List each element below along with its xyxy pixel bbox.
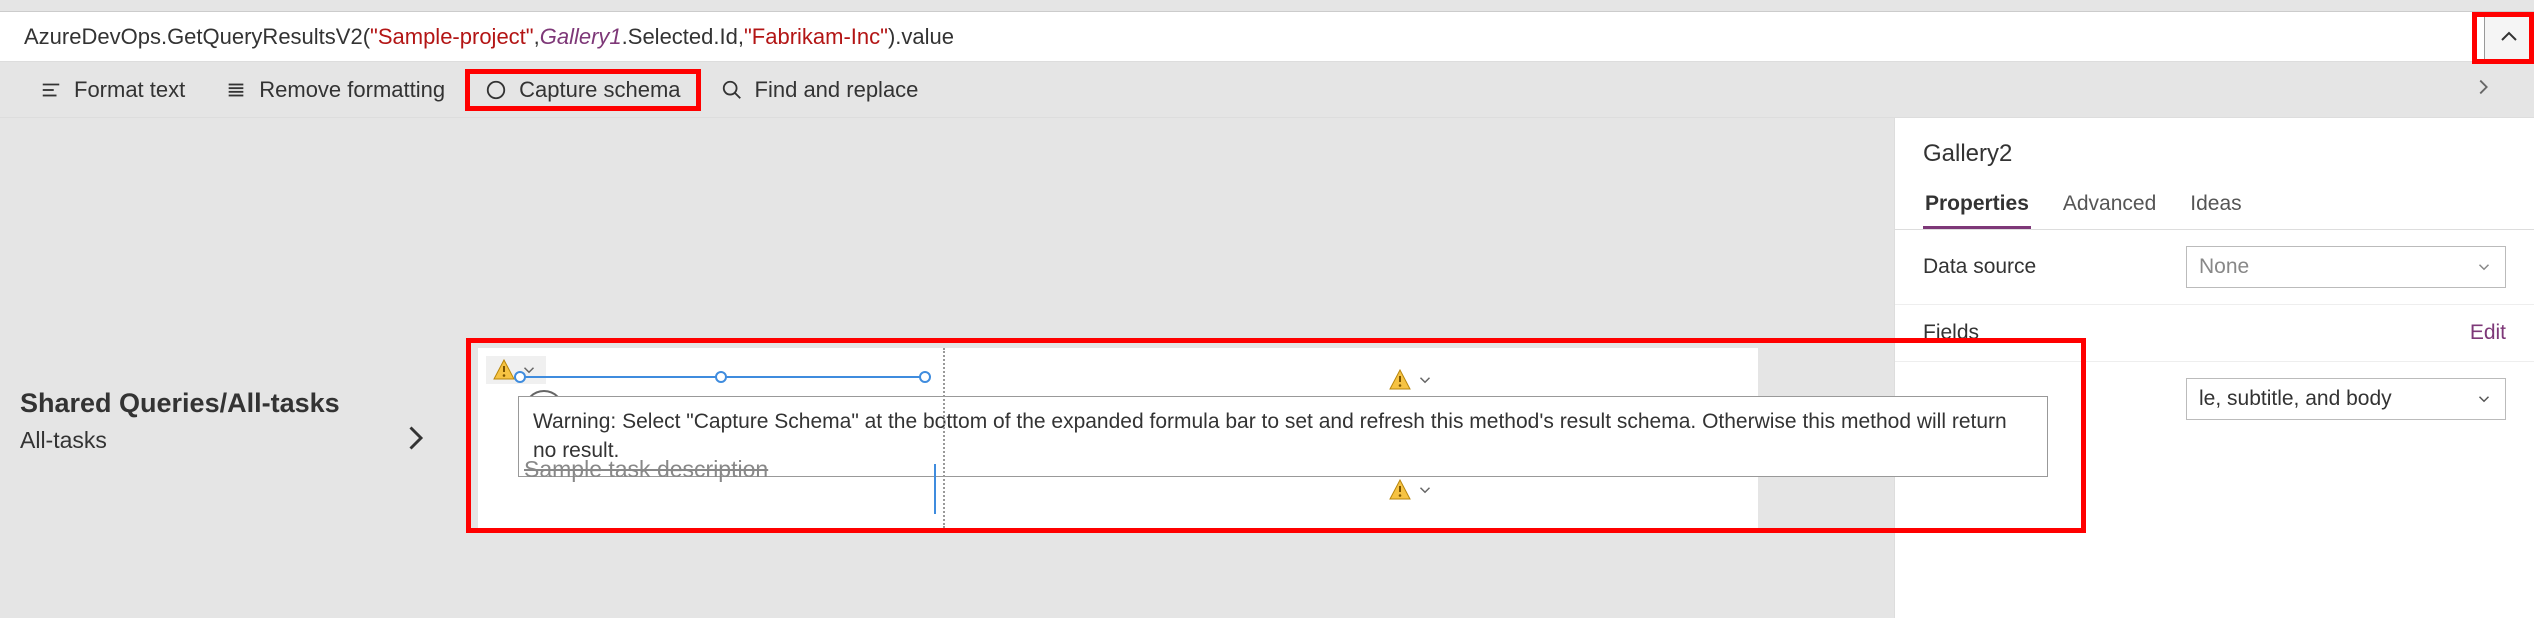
- property-pane: Gallery2 Properties Advanced Ideas Data …: [1894, 118, 2534, 618]
- data-source-value: None: [2199, 255, 2249, 279]
- resize-handle[interactable]: [715, 371, 727, 383]
- fx-arg1: "Sample-project": [370, 24, 534, 49]
- chevron-down-icon[interactable]: [1416, 370, 1436, 390]
- layout-select[interactable]: le, subtitle, and body: [2186, 378, 2506, 420]
- edit-fields-link[interactable]: Edit: [2470, 321, 2506, 345]
- fx-prefix: AzureDevOps.: [24, 24, 167, 49]
- tab-properties[interactable]: Properties: [1923, 182, 2031, 229]
- find-replace-button[interactable]: Find and replace: [701, 69, 939, 111]
- chevron-up-icon: [2497, 25, 2521, 49]
- warning-icon: [1388, 368, 1412, 392]
- remove-formatting-label: Remove formatting: [259, 77, 445, 103]
- format-text-button[interactable]: Format text: [20, 69, 205, 111]
- chevron-down-icon: [2475, 390, 2493, 408]
- remove-formatting-button[interactable]: Remove formatting: [205, 69, 465, 111]
- chevron-right-icon: [400, 418, 428, 458]
- canvas-area[interactable]: Shared Queries/All-tasks All-tasks Warni…: [0, 118, 1894, 618]
- fx-ident: Gallery1: [540, 24, 622, 49]
- layout-value: le, subtitle, and body: [2199, 387, 2392, 411]
- top-strip: [0, 0, 2534, 12]
- sample-description: Sample task description: [524, 456, 768, 483]
- data-source-label: Data source: [1923, 255, 2036, 279]
- warning-icon: [1388, 478, 1412, 502]
- formula-toolbar: Format text Remove formatting Capture sc…: [0, 62, 2534, 118]
- formula-bar: AzureDevOps.GetQueryResultsV2("Sample-pr…: [0, 12, 2534, 62]
- gallery-control[interactable]: Warning: Select "Capture Schema" at the …: [478, 348, 1758, 528]
- capture-schema-button[interactable]: Capture schema: [465, 69, 700, 111]
- collapse-formula-button[interactable]: [2484, 12, 2534, 62]
- prop-data-source: Data source None: [1895, 230, 2534, 305]
- capture-schema-icon: [485, 79, 507, 101]
- tab-ideas[interactable]: Ideas: [2188, 182, 2243, 229]
- pane-title: Gallery2: [1923, 130, 2506, 178]
- left-panel-title: Shared Queries/All-tasks: [20, 386, 400, 421]
- fx-arg3: "Fabrikam-Inc": [744, 24, 888, 49]
- data-source-select[interactable]: None: [2186, 246, 2506, 288]
- formula-input[interactable]: AzureDevOps.GetQueryResultsV2("Sample-pr…: [0, 14, 2484, 60]
- warning-badge-3[interactable]: [1388, 478, 1436, 502]
- prop-fields: Fields Edit: [1895, 305, 2534, 362]
- chevron-down-icon: [2475, 258, 2493, 276]
- fields-label: Fields: [1923, 321, 1979, 345]
- pane-header: Gallery2: [1895, 118, 2534, 182]
- template-divider: [943, 348, 945, 528]
- fx-method: GetQueryResultsV2: [167, 24, 363, 49]
- remove-formatting-icon: [225, 79, 247, 101]
- tooltip-text: Warning: Select "Capture Schema" at the …: [533, 410, 2007, 462]
- pane-tabs: Properties Advanced Ideas: [1895, 182, 2534, 230]
- warning-badge-2[interactable]: [1388, 368, 1436, 392]
- toolbar-chevron-right[interactable]: [2452, 68, 2514, 111]
- chevron-down-icon[interactable]: [1416, 480, 1436, 500]
- chevron-right-icon: [2472, 76, 2494, 98]
- nav-arrow[interactable]: [400, 418, 428, 468]
- search-icon: [721, 79, 743, 101]
- format-text-label: Format text: [74, 77, 185, 103]
- selection-border: [934, 464, 936, 514]
- tab-advanced[interactable]: Advanced: [2061, 182, 2158, 229]
- main-area: Shared Queries/All-tasks All-tasks Warni…: [0, 118, 2534, 618]
- format-text-icon: [40, 79, 62, 101]
- left-panel: Shared Queries/All-tasks All-tasks: [20, 386, 400, 454]
- warning-icon: [492, 358, 516, 382]
- find-replace-label: Find and replace: [755, 77, 919, 103]
- left-panel-subtitle: All-tasks: [20, 427, 400, 454]
- capture-schema-label: Capture schema: [519, 77, 680, 103]
- resize-handle[interactable]: [514, 371, 526, 383]
- resize-handle[interactable]: [919, 371, 931, 383]
